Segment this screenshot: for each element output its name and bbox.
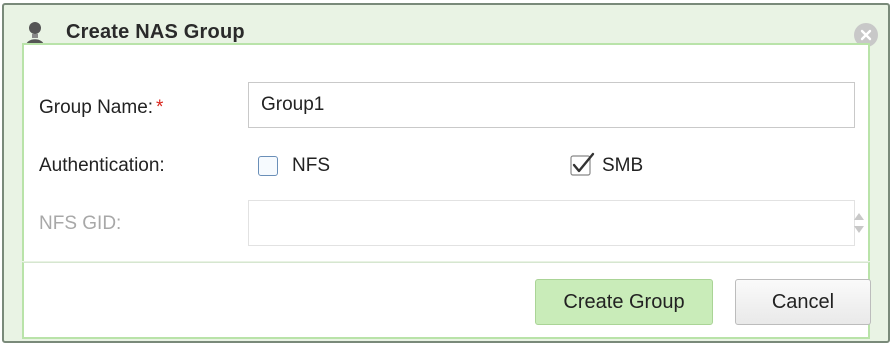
spinner-arrows-icon[interactable] xyxy=(852,208,866,238)
smb-checkbox[interactable] xyxy=(569,152,595,178)
nfs-gid-label: NFS GID: xyxy=(39,213,122,234)
dialog-title: Create NAS Group xyxy=(66,21,245,43)
dialog-footer: Create Group Cancel xyxy=(22,262,871,339)
smb-checkbox-label[interactable]: SMB xyxy=(602,155,643,177)
group-name-label: Group Name: * xyxy=(39,97,164,118)
required-mark: * xyxy=(156,97,164,118)
nfs-gid-input[interactable] xyxy=(248,200,855,246)
group-name-input[interactable] xyxy=(248,82,855,128)
nfs-checkbox[interactable] xyxy=(258,156,278,176)
authentication-label: Authentication: xyxy=(39,155,165,176)
checkmark-icon xyxy=(570,152,595,176)
create-group-button[interactable]: Create Group xyxy=(535,279,713,325)
create-nas-group-dialog: Create NAS Group Group Name:* Authentica… xyxy=(2,3,890,343)
cancel-button[interactable]: Cancel xyxy=(735,279,871,325)
form-panel: Group Name:* Authentication: NFS SMB NFS… xyxy=(22,43,870,261)
nfs-checkbox-label[interactable]: NFS xyxy=(292,155,330,177)
